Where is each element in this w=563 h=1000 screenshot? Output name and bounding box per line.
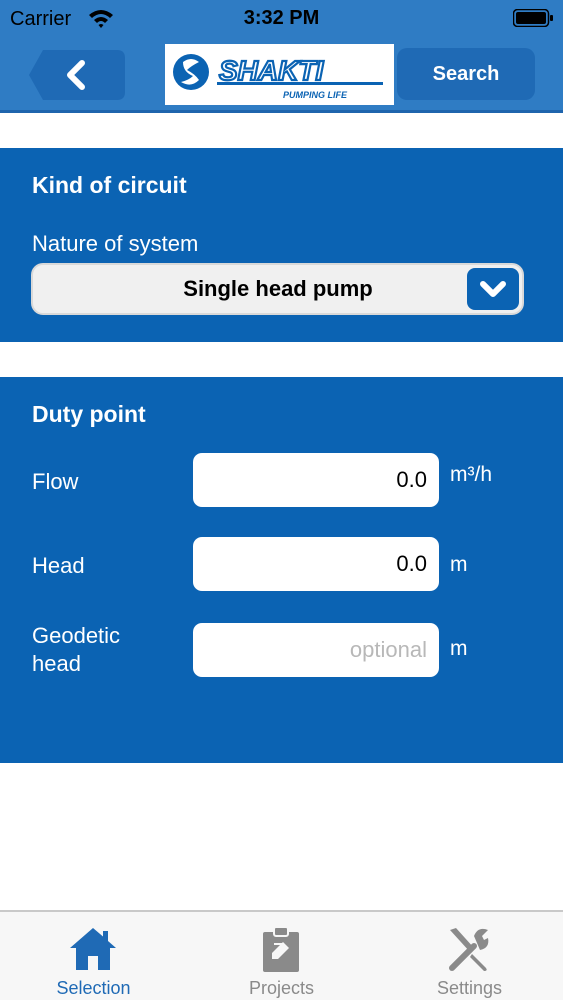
- logo-tagline: PUMPING LIFE: [283, 90, 348, 100]
- geodetic-head-unit: m: [450, 637, 468, 660]
- tab-bar: Selection Projects Settings: [0, 910, 563, 1000]
- search-button[interactable]: Search: [397, 48, 535, 100]
- nature-of-system-select[interactable]: Single head pump: [31, 263, 524, 315]
- flow-unit: m³/h: [450, 463, 492, 486]
- clipboard-icon: [263, 926, 299, 972]
- chevron-left-icon: [29, 50, 125, 100]
- tab-selection[interactable]: Selection: [0, 912, 187, 1000]
- logo-text: SHAKTI: [219, 55, 324, 86]
- flow-input[interactable]: 0.0: [193, 453, 439, 507]
- geodetic-head-label: Geodetic head: [32, 622, 120, 678]
- status-bar: Carrier 3:32 PM: [0, 0, 563, 38]
- chevron-down-icon: [480, 281, 506, 297]
- back-button[interactable]: [29, 50, 125, 100]
- tab-settings-label: Settings: [436, 978, 503, 998]
- duty-point-title: Duty point: [32, 401, 146, 427]
- tab-settings[interactable]: Settings: [376, 912, 563, 1000]
- geodetic-head-input[interactable]: optional: [193, 623, 439, 677]
- geodetic-head-label-line2: head: [32, 651, 81, 676]
- battery-icon: [513, 9, 553, 27]
- flow-label: Flow: [32, 469, 79, 494]
- header: Carrier 3:32 PM SHAKTI PUMPING LIFE Sear…: [0, 0, 563, 113]
- home-icon: [70, 928, 116, 970]
- dropdown-button[interactable]: [467, 268, 519, 310]
- screen: Carrier 3:32 PM SHAKTI PUMPING LIFE Sear…: [0, 0, 563, 1000]
- tools-icon: [449, 928, 489, 971]
- tab-projects[interactable]: Projects: [188, 912, 375, 1000]
- duty-point-panel: Duty point Flow 0.0 m³/h Head 0.0 m Geod…: [0, 377, 563, 763]
- geodetic-head-label-line1: Geodetic: [32, 623, 121, 648]
- tab-projects-label: Projects: [248, 978, 315, 998]
- status-time: 3:32 PM: [243, 7, 320, 29]
- head-input[interactable]: 0.0: [193, 537, 439, 591]
- head-unit: m: [450, 553, 468, 576]
- circuit-panel: Kind of circuit Nature of system Single …: [0, 148, 563, 342]
- tab-selection-label: Selection: [56, 978, 131, 998]
- circuit-title: Kind of circuit: [32, 172, 187, 198]
- nature-of-system-label: Nature of system: [32, 231, 199, 256]
- shakti-logo: SHAKTI PUMPING LIFE: [165, 44, 394, 105]
- nature-of-system-value: Single head pump: [183, 276, 373, 301]
- head-label: Head: [32, 553, 85, 578]
